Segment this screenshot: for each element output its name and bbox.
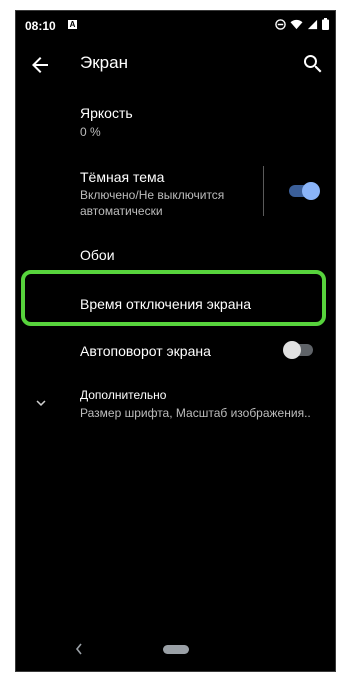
advanced-title: Дополнительно <box>80 388 167 402</box>
dark-theme-toggle[interactable] <box>287 181 321 201</box>
divider <box>263 166 264 216</box>
setting-brightness[interactable]: Яркость 0 % <box>16 97 335 147</box>
setting-wallpaper[interactable]: Обои <box>16 237 335 273</box>
toggle-thumb <box>283 341 301 359</box>
chevron-down-icon[interactable] <box>32 394 50 412</box>
navigation-bar <box>16 629 335 671</box>
search-icon[interactable] <box>301 52 325 76</box>
dnd-icon <box>275 18 286 30</box>
dark-theme-title: Тёмная тема <box>80 169 165 185</box>
auto-rotate-title: Автоповорот экрана <box>80 343 211 359</box>
arrow-back-icon[interactable] <box>28 53 52 77</box>
auto-rotate-toggle[interactable] <box>283 340 317 360</box>
status-bar: 08:10 A <box>16 11 335 37</box>
dark-theme-subtitle-line2: автоматически <box>80 204 163 218</box>
app-bar: Экран <box>16 37 335 93</box>
toggle-thumb <box>302 182 320 200</box>
brightness-value: 0 % <box>80 125 101 139</box>
phone-screen: 08:10 A Экран Яркость 0 % Тёмная тема Вк… <box>15 10 336 672</box>
brightness-title: Яркость <box>80 105 133 121</box>
battery-icon <box>322 18 329 30</box>
nav-home-pill[interactable] <box>163 645 189 654</box>
setting-advanced[interactable]: Дополнительно Размер шрифта, Масштаб изо… <box>16 383 335 427</box>
page-title: Экран <box>80 53 128 72</box>
dark-theme-subtitle-line1: Включено/Не выключится <box>80 188 225 202</box>
status-time: 08:10 <box>25 19 56 33</box>
signal-icon <box>307 19 318 29</box>
highlight-frame <box>21 270 326 326</box>
wifi-icon <box>290 19 303 29</box>
advanced-subtitle: Размер шрифта, Масштаб изображения.. <box>80 406 311 420</box>
notification-icon: A <box>68 20 77 29</box>
nav-back-icon[interactable] <box>73 641 85 657</box>
wallpaper-title: Обои <box>80 247 115 263</box>
status-icons <box>275 18 329 30</box>
